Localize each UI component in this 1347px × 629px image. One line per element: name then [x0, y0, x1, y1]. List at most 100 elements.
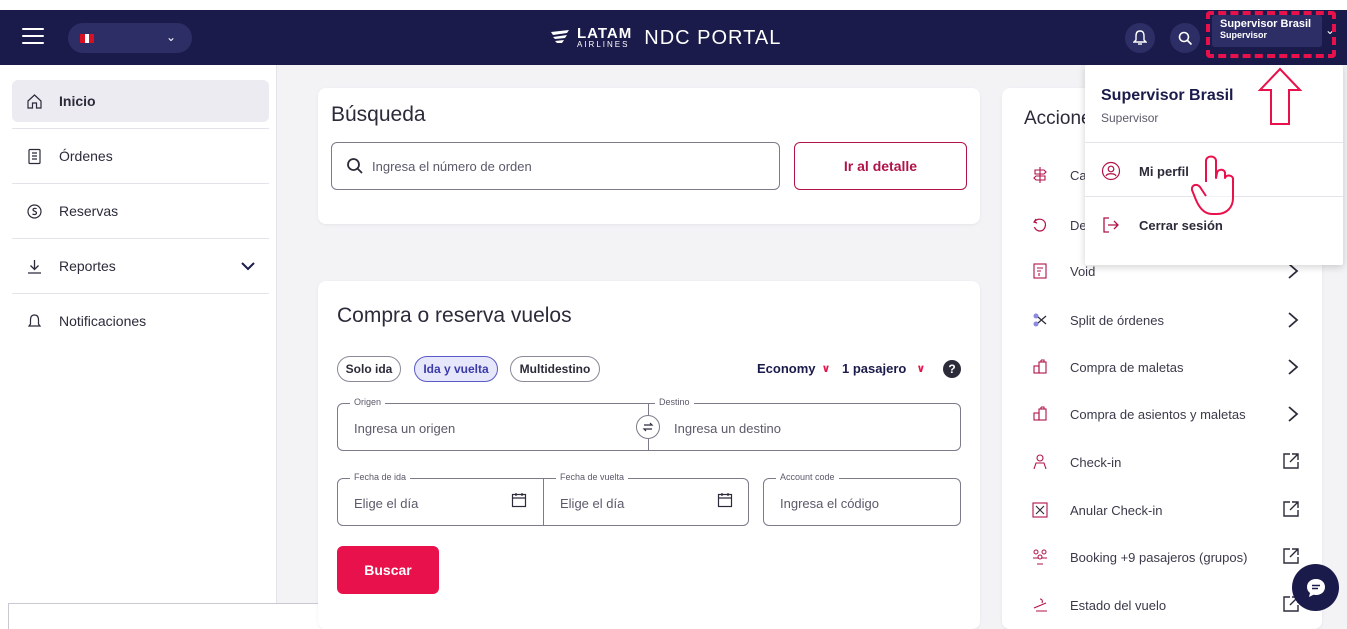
cabin-value: Economy — [757, 361, 816, 376]
action-item[interactable]: Booking +9 pasajeros (grupos) — [1030, 542, 1300, 572]
brand-sub: AIRLINES — [577, 40, 630, 49]
sidebar-divider — [12, 293, 269, 294]
chat-bubble-button[interactable] — [1292, 564, 1339, 611]
undo-icon — [1030, 215, 1050, 235]
cancel-box-icon — [1030, 500, 1050, 520]
sidebar-item-reservas[interactable]: Reservas — [12, 190, 269, 232]
destination-input[interactable]: Ingresa un destino — [674, 421, 781, 436]
chevron-down-icon: ∨ — [916, 363, 926, 375]
dropdown-divider — [1085, 196, 1343, 197]
latam-logo-icon — [549, 28, 571, 48]
trip-type-multi-city[interactable]: Multidestino — [510, 356, 600, 382]
passenger-value: 1 pasajero — [842, 361, 907, 376]
calendar-icon[interactable] — [511, 492, 527, 508]
dates-divider — [543, 479, 544, 525]
sidebar-item-notificaciones[interactable]: Notificaciones — [12, 300, 269, 342]
luggage-icon — [1030, 357, 1050, 377]
action-label: Estado del vuelo — [1070, 597, 1167, 613]
return-input[interactable]: Elige el día — [560, 496, 624, 511]
calendar-icon[interactable] — [717, 492, 733, 508]
brand-logo[interactable]: LATAM AIRLINES NDC PORTAL — [549, 24, 781, 52]
search-flights-button[interactable]: Buscar — [337, 546, 439, 594]
bell-icon — [27, 313, 42, 327]
menu-item-label: Mi perfil — [1139, 163, 1189, 179]
flight-status-icon — [1030, 595, 1050, 615]
route-divider — [648, 439, 649, 450]
home-icon — [27, 93, 42, 109]
sidebar-divider — [12, 128, 269, 129]
signpost-icon — [1030, 165, 1050, 185]
action-label: Booking +9 pasajeros (grupos) — [1070, 549, 1248, 565]
receipt-icon — [1030, 261, 1050, 281]
sidebar-item-reportes[interactable]: Reportes — [12, 245, 269, 287]
highlight-box — [1206, 11, 1336, 58]
sidebar-item-inicio[interactable]: Inicio — [12, 80, 269, 122]
help-icon[interactable]: ? — [943, 360, 961, 378]
document-icon — [28, 148, 41, 164]
portal-title: NDC PORTAL — [644, 26, 782, 49]
sidebar-item-label: Órdenes — [59, 148, 113, 164]
search-placeholder: Ingresa el número de orden — [372, 158, 532, 174]
logout-menu-item[interactable]: Cerrar sesión — [1101, 213, 1223, 237]
my-profile-menu-item[interactable]: Mi perfil — [1101, 159, 1189, 183]
external-link-icon — [1283, 501, 1299, 517]
group-icon — [1030, 547, 1050, 567]
depart-label: Fecha de ida — [350, 472, 411, 482]
country-selector[interactable]: ⌄ — [68, 23, 192, 53]
chevron-down-icon: ⌄ — [165, 30, 176, 44]
passenger-select[interactable]: 1 pasajero ∨ — [842, 361, 925, 376]
sidebar-item-label: Inicio — [59, 93, 96, 109]
account-label: Account code — [776, 472, 839, 482]
user-circle-icon — [1101, 161, 1121, 181]
chat-icon — [1306, 578, 1325, 597]
action-item[interactable]: Estado del vuelo — [1030, 590, 1300, 620]
actions-title: Accione — [1024, 108, 1092, 129]
sidebar-divider — [12, 238, 269, 239]
expand-chevron-icon[interactable] — [239, 257, 257, 275]
search-icon[interactable] — [1170, 23, 1200, 53]
origin-label: Origen — [350, 397, 386, 407]
destination-label: Destino — [655, 397, 694, 407]
hamburger-menu-icon[interactable] — [22, 28, 44, 46]
booking-title: Compra o reserva vuelos — [337, 304, 572, 327]
trip-type-round-trip[interactable]: Ida y vuelta — [414, 356, 498, 382]
brand-name: LATAM — [577, 25, 633, 42]
action-label: Compra de maletas — [1070, 359, 1184, 375]
profile-dropdown: Supervisor Brasil Supervisor Mi perfil C… — [1085, 65, 1343, 265]
action-label: Void — [1070, 263, 1096, 279]
origin-input[interactable]: Ingresa un origen — [354, 421, 455, 436]
chevron-down-icon: ∨ — [821, 363, 831, 375]
action-item[interactable]: Compra de asientos y maletas — [1030, 399, 1300, 429]
sidebar-item-ordenes[interactable]: Órdenes — [12, 135, 269, 177]
peru-flag-icon — [80, 33, 95, 43]
sidebar-divider — [12, 183, 269, 184]
trip-type-one-way[interactable]: Solo ida — [337, 356, 401, 382]
chevron-right-icon — [1288, 406, 1299, 422]
sidebar: Inicio Órdenes Reservas Reportes Notific… — [0, 65, 277, 629]
account-input[interactable]: Ingresa el código — [780, 496, 879, 511]
action-item[interactable]: Split de órdenes — [1030, 305, 1300, 335]
action-item[interactable]: Check-in — [1030, 447, 1300, 477]
go-to-detail-button[interactable]: Ir al detalle — [794, 142, 967, 190]
person-icon — [1030, 452, 1050, 472]
top-strip — [0, 0, 1347, 10]
scissors-icon — [1030, 310, 1050, 330]
dropdown-divider — [1085, 142, 1343, 143]
chevron-right-icon — [1288, 359, 1299, 375]
swap-route-icon[interactable] — [636, 415, 660, 439]
chevron-right-icon — [1288, 312, 1299, 328]
depart-input[interactable]: Elige el día — [354, 496, 418, 511]
cabin-class-select[interactable]: Economy ∨ — [757, 361, 830, 376]
notifications-bell-icon[interactable] — [1125, 23, 1155, 53]
search-title: Búsqueda — [331, 103, 426, 126]
luggage-icon — [1030, 404, 1050, 424]
return-label: Fecha de vuelta — [556, 472, 629, 482]
action-item[interactable]: Compra de maletas — [1030, 352, 1300, 382]
account-code-field: Account code Ingresa el código — [763, 472, 961, 526]
sidebar-item-label: Notificaciones — [59, 313, 147, 329]
action-label: Anular Check-in — [1070, 502, 1163, 518]
external-link-icon — [1283, 548, 1299, 564]
action-item[interactable]: Anular Check-in — [1030, 495, 1300, 525]
action-label: Check-in — [1070, 454, 1122, 470]
order-search-input[interactable]: Ingresa el número de orden — [331, 142, 780, 190]
